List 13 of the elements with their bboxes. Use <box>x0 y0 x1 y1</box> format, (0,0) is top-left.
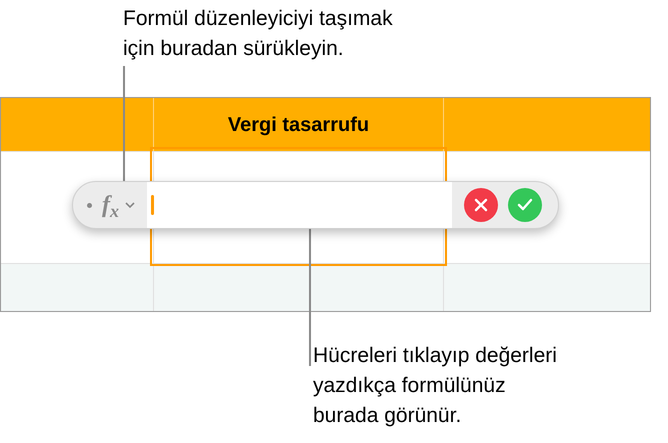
formula-editor[interactable]: f$_{x}$ <box>72 181 559 229</box>
close-icon <box>473 197 489 213</box>
drag-handle-icon[interactable] <box>87 202 92 208</box>
text-cursor <box>151 195 154 215</box>
checkmark-icon <box>516 197 534 213</box>
cancel-button[interactable] <box>464 188 498 222</box>
column-header: Vergi tasarrufu <box>228 112 370 138</box>
chevron-down-icon[interactable] <box>125 202 135 208</box>
callout-text: Hücreleri tıklayıp değerleri yazdıkça formülünüz burada görünür. <box>313 343 557 429</box>
accept-button[interactable] <box>508 188 542 222</box>
callout-text: Formül düzenleyiciyi taşımak için buradan sürükleyin. <box>123 6 393 62</box>
function-icon[interactable]: f$_{x}$ <box>102 187 119 223</box>
formula-input-field[interactable] <box>147 182 452 228</box>
